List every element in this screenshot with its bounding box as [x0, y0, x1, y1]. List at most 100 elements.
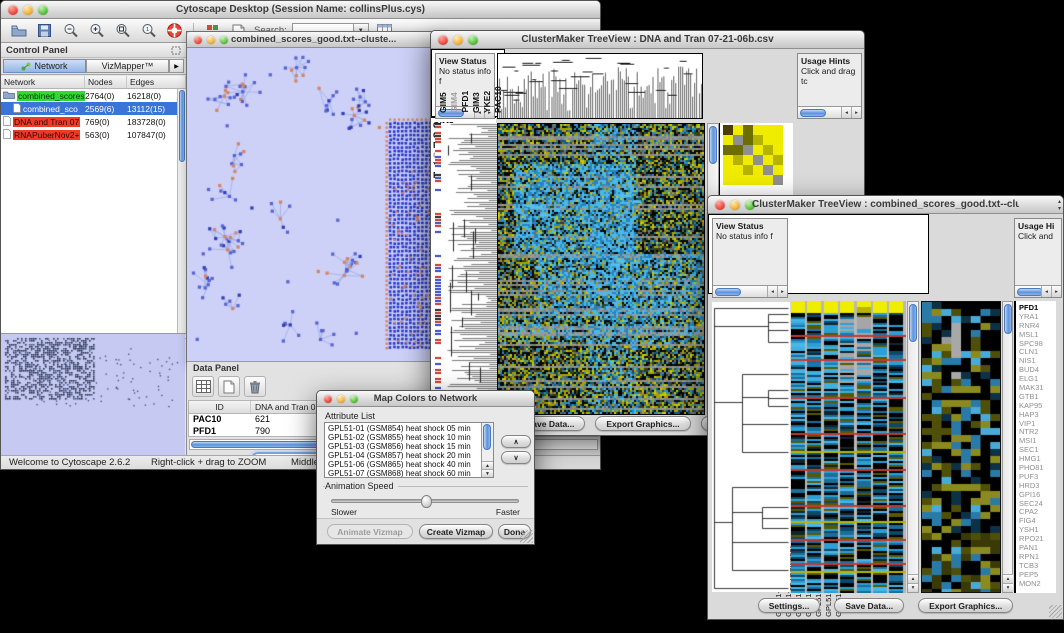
network-list-scrollbar[interactable] [177, 89, 186, 338]
scrollbar-thumb[interactable] [1017, 288, 1043, 296]
minimize-button[interactable] [337, 395, 345, 403]
gene-label[interactable]: GPI16 [1019, 490, 1056, 499]
scrollbar-thumb[interactable] [800, 109, 826, 117]
zoom-fit-icon[interactable] [112, 21, 133, 40]
scroll-down-icon[interactable]: ▾ [1003, 583, 1013, 592]
zoom-in-icon[interactable] [86, 21, 107, 40]
move-up-button[interactable]: ∧ [501, 435, 531, 448]
detail-vertical-scrollbar[interactable]: ▴ ▾ [1002, 301, 1013, 593]
gene-label[interactable]: KAP95 [1019, 401, 1056, 410]
tab-network[interactable]: Network [3, 59, 86, 73]
label-scroll-arrows[interactable]: ▴▾ [1058, 199, 1061, 213]
treeview1-titlebar[interactable]: ClusterMaker TreeView : DNA and Tran 07-… [431, 31, 864, 49]
close-button[interactable] [194, 36, 202, 44]
column-dendrogram-canvas[interactable] [497, 53, 703, 119]
row-dendrogram-canvas[interactable] [441, 123, 497, 413]
gene-label[interactable]: HMG1 [1019, 454, 1056, 463]
animation-speed-slider[interactable] [331, 499, 519, 503]
usage-hints-scrollbar[interactable]: ◂ ▸ [798, 106, 861, 118]
column-header-nodes[interactable]: Nodes [85, 76, 127, 88]
network-row[interactable]: combined_sco2569(6)13112(15) [1, 102, 186, 115]
float-panel-icon[interactable] [171, 46, 181, 55]
network-view-titlebar[interactable]: combined_scores_good.txt--cluste... [187, 32, 440, 48]
gene-label[interactable]: TCB3 [1019, 561, 1056, 570]
gene-label[interactable]: YRA1 [1019, 312, 1056, 321]
open-icon[interactable] [8, 21, 29, 40]
zoom-button[interactable] [350, 395, 358, 403]
gene-label[interactable]: HRD3 [1019, 481, 1056, 490]
treeview2-titlebar[interactable]: ClusterMaker TreeView : combined_scores_… [708, 196, 1063, 214]
attribute-list-item[interactable]: GPL51-01 (GSM854) heat shock 05 min [328, 424, 479, 433]
scroll-down-icon[interactable]: ▼ [482, 469, 493, 477]
gene-label[interactable]: PAN1 [1019, 543, 1056, 552]
scrollbar-thumb[interactable] [909, 304, 917, 342]
gene-label[interactable]: NIS1 [1019, 356, 1056, 365]
scrollbar-thumb[interactable] [709, 126, 717, 164]
gene-label[interactable]: MON2 [1019, 579, 1056, 588]
heatmap-vertical-scrollbar[interactable]: ▴ ▾ [907, 301, 919, 593]
help-icon[interactable] [164, 21, 185, 40]
gene-label[interactable]: ELG1 [1019, 374, 1056, 383]
gene-label[interactable]: CPA2 [1019, 507, 1056, 516]
column-header-edges[interactable]: Edges [127, 76, 186, 88]
attribute-list-item[interactable]: GPL51-02 (GSM855) heat shock 10 min [328, 433, 479, 442]
network-row[interactable]: DNA and Tran 07769(0)183728(0) [1, 115, 186, 128]
gene-label[interactable]: CLN1 [1019, 347, 1056, 356]
tab-overflow-button[interactable]: ▶ [169, 59, 184, 73]
gene-label[interactable]: PEP5 [1019, 570, 1056, 579]
gene-label[interactable]: SPC98 [1019, 339, 1056, 348]
minimize-button[interactable] [730, 200, 740, 210]
gene-label[interactable]: RPN1 [1019, 552, 1056, 561]
create-vizmap-button[interactable]: Create Vizmap [419, 524, 493, 539]
attribute-list-item[interactable]: GPL51-06 (GSM865) heat shock 40 min [328, 460, 479, 469]
scroll-right-icon[interactable]: ▸ [1051, 286, 1061, 297]
zoom-actual-icon[interactable]: 1 [138, 21, 159, 40]
gene-label[interactable]: MSI1 [1019, 436, 1056, 445]
gene-label[interactable]: MSL1 [1019, 330, 1056, 339]
resize-grip[interactable] [1049, 605, 1062, 618]
scrollbar-thumb[interactable] [483, 424, 491, 450]
scrollbar-thumb[interactable] [715, 288, 741, 296]
gene-label[interactable]: SEC24 [1019, 499, 1056, 508]
minimize-button[interactable] [207, 36, 215, 44]
column-header-id[interactable]: ID [189, 401, 251, 413]
treeview-button[interactable]: Export Graphics... [918, 598, 1013, 613]
gene-label[interactable]: SEC1 [1019, 445, 1056, 454]
scrollbar-thumb[interactable] [1004, 304, 1012, 334]
close-button[interactable] [715, 200, 725, 210]
animate-vizmap-button[interactable]: Animate Vizmap [327, 524, 413, 539]
detail-heatmap[interactable] [723, 125, 783, 185]
gene-label[interactable]: FIG4 [1019, 516, 1056, 525]
treeview-button[interactable]: Export Graphics... [595, 416, 690, 431]
network-overview-canvas[interactable] [1, 334, 185, 455]
minimize-button[interactable] [23, 5, 33, 15]
tab-vizmapper[interactable]: VizMapper™ [86, 59, 169, 73]
scroll-down-icon[interactable]: ▾ [908, 583, 918, 592]
main-titlebar[interactable]: Cytoscape Desktop (Session Name: collins… [1, 1, 600, 19]
scroll-left-icon[interactable]: ◂ [1041, 286, 1051, 297]
row-dendrogram-canvas[interactable] [712, 302, 790, 592]
close-button[interactable] [438, 35, 448, 45]
gene-label[interactable]: YSH1 [1019, 525, 1056, 534]
scroll-up-icon[interactable]: ▴ [1003, 574, 1013, 583]
zoom-out-icon[interactable] [60, 21, 81, 40]
move-down-button[interactable]: ∨ [501, 451, 531, 464]
attribute-list-item[interactable]: GPL51-03 (GSM856) heat shock 15 min [328, 442, 479, 451]
close-button[interactable] [324, 395, 332, 403]
gene-label[interactable]: RPO21 [1019, 534, 1056, 543]
network-overview-panel[interactable] [1, 333, 186, 455]
gene-label[interactable]: PFD1 [1019, 303, 1056, 312]
treeview-button[interactable]: Settings... [758, 598, 821, 613]
scroll-up-icon[interactable]: ▴ [908, 574, 918, 583]
scrollbar-thumb[interactable] [179, 90, 185, 162]
detail-heatmap-canvas[interactable] [921, 301, 1001, 593]
network-row[interactable]: RNAPuberNov2+563(0)107847(0) [1, 128, 186, 141]
treeview-button[interactable]: Save Data... [834, 598, 904, 613]
delete-icon[interactable] [244, 376, 266, 397]
main-heatmap-canvas[interactable] [791, 301, 906, 593]
new-doc-icon[interactable] [218, 376, 240, 397]
minimize-button[interactable] [453, 35, 463, 45]
usage-hints-scrollbar[interactable]: ◂ ▸ [1015, 285, 1061, 297]
attribute-list[interactable]: GPL51-01 (GSM854) heat shock 05 minGPL51… [324, 422, 494, 478]
gene-label[interactable]: PUF3 [1019, 472, 1056, 481]
